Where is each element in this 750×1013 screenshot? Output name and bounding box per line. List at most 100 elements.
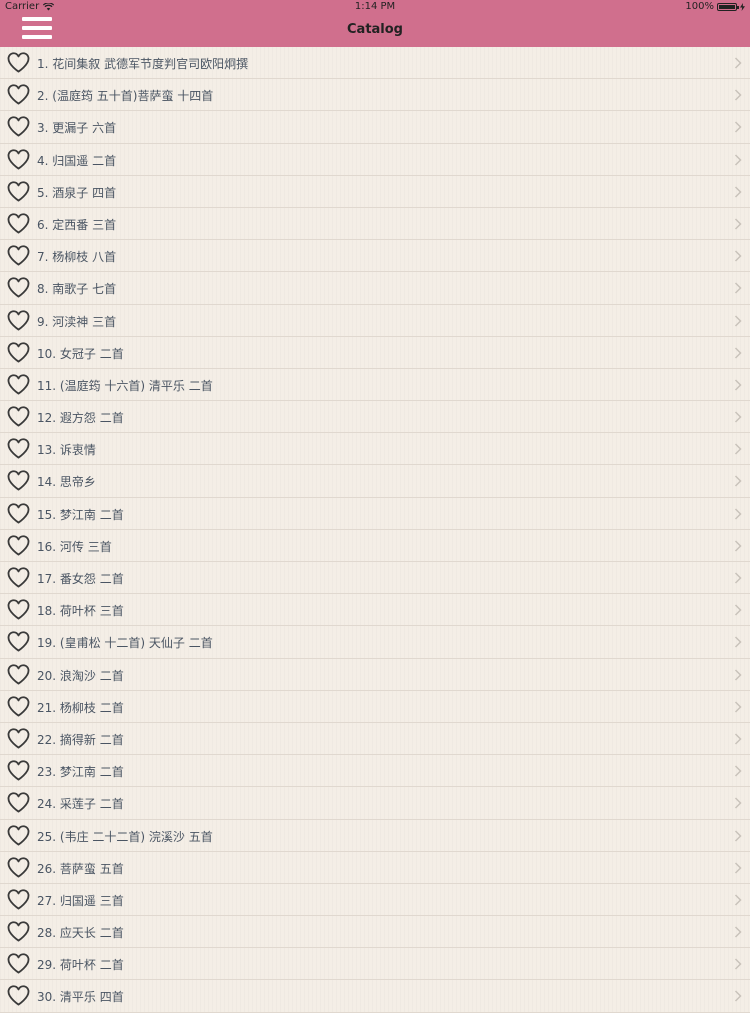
- charging-bolt-icon: [740, 2, 745, 11]
- status-bar: Carrier 1:14 PM 100%: [0, 0, 750, 14]
- list-item-label: 12. 遐方怨 二首: [37, 411, 124, 426]
- list-item-label: 26. 菩萨蛮 五首: [37, 861, 124, 876]
- list-item-label: 5. 酒泉子 四首: [37, 185, 117, 200]
- list-item[interactable]: 16. 河传 三首: [0, 530, 750, 562]
- list-item[interactable]: 11. (温庭筠 十六首) 清平乐 二首: [0, 369, 750, 402]
- list-item[interactable]: 29. 荷叶杯 二首: [0, 948, 750, 981]
- menu-bar-top: [22, 17, 52, 21]
- chevron-right-icon: [734, 314, 742, 327]
- heart-outline-icon[interactable]: [7, 535, 30, 556]
- heart-outline-icon[interactable]: [7, 277, 30, 298]
- chevron-right-icon: [734, 958, 742, 970]
- list-item[interactable]: 12. 遐方怨 二首: [0, 401, 750, 434]
- list-item[interactable]: 27. 归国遥 三首: [0, 884, 750, 917]
- catalog-list[interactable]: 1. 花间集叙 武德军节度判官司欧阳炯撰 2. (温庭筠 五十首)菩萨蛮 十四首 3…: [0, 47, 750, 1013]
- list-item[interactable]: 15. 梦江南 二首: [0, 498, 750, 530]
- heart-outline-icon[interactable]: [7, 213, 30, 234]
- list-item-label: 7. 杨柳枝 八首: [37, 250, 117, 265]
- list-item[interactable]: 21. 杨柳枝 二首: [0, 691, 750, 723]
- chevron-right-icon: [734, 990, 742, 1002]
- battery-cap: [737, 5, 739, 9]
- chevron-right-icon: [734, 186, 742, 198]
- chevron-right-icon: [734, 733, 742, 745]
- list-item-label: 4. 归国遥 二首: [37, 153, 117, 168]
- battery-icon: [717, 2, 739, 11]
- list-item-label: 28. 应天长 二首: [37, 926, 124, 941]
- chevron-right-icon: [734, 57, 742, 69]
- heart-outline-icon[interactable]: [7, 985, 30, 1006]
- list-item[interactable]: 19. (皇甫松 十二首) 天仙子 二首: [0, 626, 750, 659]
- list-item[interactable]: 28. 应天长 二首: [0, 916, 750, 949]
- heart-outline-icon[interactable]: [7, 470, 30, 491]
- chevron-right-icon: [734, 347, 742, 359]
- heart-outline-icon[interactable]: [7, 374, 30, 395]
- list-item[interactable]: 4. 归国遥 二首: [0, 144, 750, 176]
- heart-outline-icon[interactable]: [7, 792, 30, 813]
- list-item-label: 30. 清平乐 四首: [37, 990, 124, 1005]
- heart-outline-icon[interactable]: [7, 824, 30, 846]
- heart-outline-icon[interactable]: [7, 567, 30, 588]
- navigation-bar: Catalog: [0, 14, 750, 48]
- heart-outline-icon[interactable]: [7, 760, 30, 781]
- list-item[interactable]: 18. 荷叶杯 三首: [0, 594, 750, 627]
- list-item[interactable]: 8. 南歌子 七首: [0, 272, 750, 305]
- list-item-label: 10. 女冠子 二首: [37, 346, 124, 361]
- list-item-label: 6. 定西番 三首: [37, 217, 117, 232]
- list-item[interactable]: 10. 女冠子 二首: [0, 337, 750, 369]
- heart-outline-icon[interactable]: [7, 728, 30, 749]
- heart-outline-icon[interactable]: [7, 181, 30, 202]
- list-item-label: 9. 河渎神 三首: [37, 314, 117, 329]
- heart-outline-icon[interactable]: [7, 52, 30, 73]
- heart-outline-icon[interactable]: [7, 663, 30, 685]
- heart-outline-icon[interactable]: [7, 599, 30, 620]
- list-item[interactable]: 3. 更漏子 六首: [0, 111, 750, 144]
- status-time: 1:14 PM: [354, 1, 396, 12]
- heart-outline-icon[interactable]: [7, 696, 30, 717]
- chevron-right-icon: [734, 669, 742, 681]
- chevron-right-icon: [734, 154, 742, 166]
- heart-outline-icon[interactable]: [7, 116, 30, 137]
- list-item[interactable]: 25. (韦庄 二十二首) 浣溪沙 五首: [0, 820, 750, 852]
- list-item[interactable]: 5. 酒泉子 四首: [0, 176, 750, 208]
- chevron-right-icon: [734, 218, 742, 230]
- list-item[interactable]: 23. 梦江南 二首: [0, 755, 750, 788]
- heart-outline-icon[interactable]: [7, 889, 30, 910]
- heart-outline-icon[interactable]: [7, 342, 30, 363]
- list-item[interactable]: 9. 河渎神 三首: [0, 305, 750, 337]
- list-item[interactable]: 22. 摘得新 二首: [0, 723, 750, 756]
- chevron-right-icon: [734, 121, 742, 133]
- heart-outline-icon[interactable]: [7, 148, 30, 170]
- list-item[interactable]: 26. 菩萨蛮 五首: [0, 852, 750, 884]
- list-item[interactable]: 7. 杨柳枝 八首: [0, 240, 750, 273]
- list-item[interactable]: 14. 思帝乡: [0, 465, 750, 498]
- heart-outline-icon[interactable]: [7, 309, 30, 331]
- list-item[interactable]: 30. 清平乐 四首: [0, 980, 750, 1013]
- heart-outline-icon[interactable]: [7, 406, 30, 427]
- chevron-right-icon: [734, 894, 742, 906]
- chevron-right-icon: [734, 475, 742, 487]
- heart-outline-icon[interactable]: [7, 438, 30, 459]
- heart-outline-icon[interactable]: [7, 502, 30, 524]
- list-item[interactable]: 13. 诉衷情: [0, 433, 750, 466]
- list-item[interactable]: 17. 番女怨 二首: [0, 562, 750, 595]
- list-item-label: 23. 梦江南 二首: [37, 765, 124, 780]
- list-item[interactable]: 6. 定西番 三首: [0, 208, 750, 241]
- list-item[interactable]: 20. 浪淘沙 二首: [0, 659, 750, 691]
- heart-outline-icon[interactable]: [7, 921, 30, 942]
- list-item[interactable]: 24. 采莲子 二首: [0, 787, 750, 820]
- chevron-right-icon: [734, 508, 742, 520]
- list-item-label: 24. 采莲子 二首: [37, 797, 124, 812]
- heart-outline-icon[interactable]: [7, 953, 30, 974]
- heart-outline-icon[interactable]: [7, 631, 30, 652]
- chevron-right-icon: [734, 797, 742, 809]
- battery-fill: [719, 4, 735, 9]
- chevron-right-icon: [734, 926, 742, 938]
- chevron-right-icon: [734, 765, 742, 777]
- list-item[interactable]: 1. 花间集叙 武德军节度判官司欧阳炯撰: [0, 47, 750, 80]
- heart-outline-icon[interactable]: [7, 84, 30, 105]
- heart-outline-icon[interactable]: [7, 245, 30, 266]
- status-right: 100%: [685, 1, 745, 12]
- heart-outline-icon[interactable]: [7, 857, 30, 878]
- chevron-right-icon: [734, 572, 742, 584]
- list-item[interactable]: 2. (温庭筠 五十首)菩萨蛮 十四首: [0, 79, 750, 112]
